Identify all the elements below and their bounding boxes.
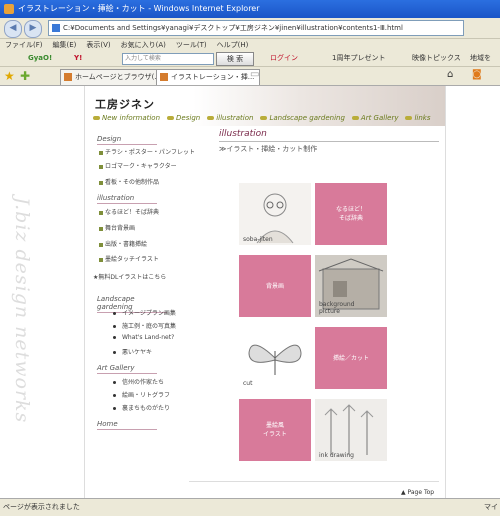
- link-book-illustration[interactable]: 出版・書籍挿絵: [99, 239, 147, 248]
- link-stage-background[interactable]: 舞台背景画: [99, 223, 135, 232]
- address-input[interactable]: C:¥Documents and Settings¥yanagi¥デスクトップ¥…: [48, 20, 464, 36]
- link-garden-photos[interactable]: 施工例・庭の写真集: [113, 321, 176, 330]
- rss-icon[interactable]: ◙: [472, 69, 482, 80]
- section-heading-illustration: illustration: [97, 194, 157, 204]
- site-header: 工房ジネン New information Design illustration L…: [85, 86, 445, 126]
- link-flyer[interactable]: チラシ・ポスター・パンフレット: [99, 147, 195, 156]
- menu-help[interactable]: ヘルプ(H): [217, 41, 249, 49]
- nav-links[interactable]: links: [405, 114, 430, 122]
- tile-sashie-cut[interactable]: 挿絵／カット: [315, 327, 387, 389]
- login-button[interactable]: ログイン: [270, 51, 298, 66]
- site-nav: New information Design illustration Landsca…: [93, 114, 438, 122]
- address-bar: ◀ ▶ C:¥Documents and Settings¥yanagi¥デスク…: [0, 18, 500, 39]
- forward-button[interactable]: ▶: [24, 20, 42, 38]
- site-content: 工房ジネン New information Design illustration L…: [84, 86, 446, 498]
- tab-home-browser[interactable]: ホームページとブラウザ(...: [60, 69, 168, 85]
- add-favorites-icon[interactable]: ✚: [20, 69, 30, 83]
- video-topics-button[interactable]: 映像トピックス: [412, 51, 461, 66]
- tab-page-icon: [64, 73, 72, 81]
- link-sumi-illustration[interactable]: 墨絵タッチイラスト: [99, 254, 159, 263]
- menu-file[interactable]: ファイル(F): [5, 41, 43, 49]
- tab-page-icon: [160, 73, 168, 81]
- link-image-plan[interactable]: イメージプラン画集: [113, 308, 176, 317]
- section-heading-home[interactable]: Home: [97, 420, 157, 430]
- link-free-download[interactable]: ★無料DLイラストはこちら: [93, 272, 166, 281]
- back-button[interactable]: ◀: [4, 20, 22, 38]
- window-title-bar: イラストレーション・挿絵・カット - Windows Internet Expl…: [0, 0, 500, 18]
- ie-icon: [4, 4, 14, 14]
- search-button[interactable]: 検 索: [216, 52, 254, 66]
- section-heading-gallery: Art Gallery: [97, 364, 157, 374]
- tile-caption: background picture: [319, 301, 355, 315]
- map-button[interactable]: 地域を: [470, 51, 491, 66]
- yahoo-button[interactable]: Y!: [74, 51, 82, 66]
- nav-illustration[interactable]: illustration: [207, 114, 253, 122]
- link-keyaki[interactable]: 悪いケヤキ: [113, 347, 152, 356]
- tile-soba-jiten[interactable]: なるほど！ そば辞典: [315, 183, 387, 245]
- home-icon[interactable]: ⌂: [447, 69, 453, 80]
- link-shinshu-artists[interactable]: 信州の作家たち: [113, 377, 164, 386]
- title-divider: [219, 141, 439, 142]
- section-heading-design: Design: [97, 135, 157, 145]
- anniversary-button[interactable]: 1周年プレゼント: [332, 51, 385, 66]
- nav-art-gallery[interactable]: Art Gallery: [352, 114, 399, 122]
- status-bar: ページが表示されました マイ: [0, 498, 500, 516]
- menu-view[interactable]: 表示(V): [86, 41, 110, 49]
- footer-divider: [189, 481, 439, 482]
- nav-new-information[interactable]: New information: [93, 114, 160, 122]
- tab-bar: ★ ✚ ホームページとブラウザ(... イラストレーション・挿... ▭ ⌂ ◙: [0, 67, 500, 86]
- site-logo[interactable]: 工房ジネン: [95, 96, 155, 112]
- link-logo-mark[interactable]: ロゴマーク・キャラクター: [99, 161, 177, 170]
- link-signboard[interactable]: 看板・その他制作品: [99, 177, 159, 186]
- tile-sumi-illustration[interactable]: 墨絵風 イラスト: [239, 399, 311, 461]
- link-lithograph[interactable]: 絵画・リトグラフ: [113, 390, 170, 399]
- page-top-link[interactable]: ▲ Page Top: [401, 489, 434, 496]
- gyao-button[interactable]: GyaO!: [28, 51, 52, 66]
- page-title: illustration: [219, 129, 267, 139]
- link-land-net[interactable]: What's Land-net?: [113, 334, 174, 341]
- favorites-star-icon[interactable]: ★: [4, 69, 15, 83]
- link-ura-machi[interactable]: 裏まちものがたり: [113, 403, 170, 412]
- page-viewport: J.biz design networks 工房ジネン New informat…: [0, 86, 500, 498]
- link-soba-jiten[interactable]: なるほど！そば辞典: [99, 207, 159, 216]
- nav-design[interactable]: Design: [167, 114, 200, 122]
- tile-background-picture-image[interactable]: background picture: [315, 255, 387, 317]
- search-input[interactable]: 入力して検索: [122, 53, 214, 65]
- page-subtitle: ≫イラスト・挿絵・カット制作: [219, 145, 318, 153]
- page-icon: [52, 24, 60, 32]
- zone-label: マイ: [484, 503, 498, 511]
- tab-illustration[interactable]: イラストレーション・挿...: [156, 69, 260, 85]
- menu-edit[interactable]: 編集(E): [53, 41, 77, 49]
- tile-ink-drawing-image[interactable]: ink drawing: [315, 399, 387, 461]
- toolbar: GyaO! Y! 入力して検索 検 索 ログイン 1周年プレゼント 映像トピック…: [0, 51, 500, 67]
- status-text: ページが表示されました: [3, 503, 80, 511]
- tile-soba-jiten-image[interactable]: soba-jiten: [239, 183, 311, 245]
- tile-cut-image[interactable]: cut: [239, 327, 311, 389]
- menu-bar: ファイル(F) 編集(E) 表示(V) お気に入り(A) ツール(T) ヘルプ(H): [0, 39, 500, 51]
- vertical-brand-text: J.biz design networks: [11, 197, 33, 424]
- menu-tools[interactable]: ツール(T): [176, 41, 207, 49]
- address-url: C:¥Documents and Settings¥yanagi¥デスクトップ¥…: [63, 24, 403, 32]
- menu-favorites[interactable]: お気に入り(A): [121, 41, 166, 49]
- tile-caption: cut: [243, 380, 253, 387]
- new-tab-button[interactable]: ▭: [250, 69, 259, 80]
- nav-landscape[interactable]: Landscape gardening: [260, 114, 344, 122]
- tile-caption: ink drawing: [319, 452, 354, 459]
- tile-caption: soba-jiten: [243, 236, 273, 243]
- tile-background-art[interactable]: 背景画: [239, 255, 311, 317]
- window-title: イラストレーション・挿絵・カット - Windows Internet Expl…: [18, 4, 260, 13]
